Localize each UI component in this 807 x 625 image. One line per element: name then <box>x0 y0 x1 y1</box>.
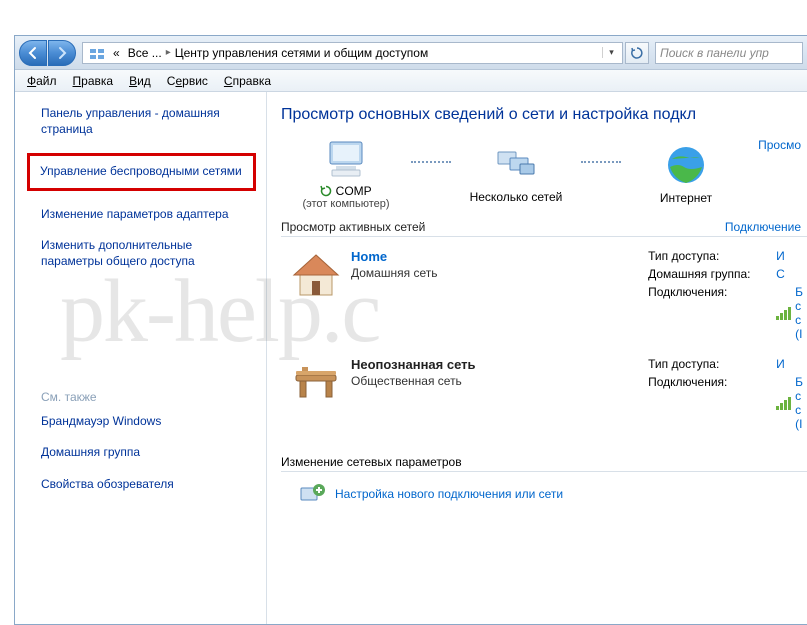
map-node-internet: Интернет <box>621 143 751 205</box>
connect-disconnect-link[interactable]: Подключение <box>725 220 801 234</box>
change-settings-header: Изменение сетевых параметров <box>281 455 807 472</box>
signal-icon <box>776 307 791 320</box>
content-area: Панель управления - домашняя страница Уп… <box>15 92 807 624</box>
network-2-info: Неопознанная сеть Общественная сеть <box>351 357 511 435</box>
network-multi-icon <box>492 144 540 186</box>
sidebar-wireless[interactable]: Управление беспроводными сетями <box>27 153 256 191</box>
full-map-link[interactable]: Просмо <box>758 138 801 152</box>
network-map: COMP (этот компьютер) Несколько сетей <box>281 138 807 210</box>
refresh-button[interactable] <box>625 42 649 64</box>
breadcrumb-seg-1[interactable]: Все ... <box>124 46 166 60</box>
sidebar-homegroup[interactable]: Домашняя группа <box>41 445 252 461</box>
network-1-props: Тип доступа:И Домашняя группа:С Подключе… <box>648 249 803 345</box>
refresh-small-icon <box>320 185 332 197</box>
public-network-icon <box>281 357 351 435</box>
nav-buttons <box>19 40 76 66</box>
menubar: Файл Правка Вид Сервис Справка <box>15 70 807 92</box>
network-block-unknown: Неопознанная сеть Общественная сеть Тип … <box>281 357 807 435</box>
main-panel: Просмотр основных сведений о сети и наст… <box>267 92 807 624</box>
map-node-3-label: Интернет <box>660 191 712 205</box>
forward-button[interactable] <box>48 40 76 66</box>
network-1-info: Home Домашняя сеть <box>351 249 511 345</box>
menu-tools[interactable]: Сервис <box>159 72 216 90</box>
page-title: Просмотр основных сведений о сети и наст… <box>281 106 807 124</box>
signal-icon <box>776 397 791 410</box>
map-connector-2 <box>581 161 621 163</box>
new-connection-icon <box>299 482 327 506</box>
network-block-home: Home Домашняя сеть Тип доступа:И Домашня… <box>281 249 807 345</box>
map-node-this-pc: COMP (этот компьютер) <box>281 138 411 210</box>
globe-icon <box>664 143 708 187</box>
network-1-name[interactable]: Home <box>351 249 511 264</box>
sidebar-home[interactable]: Панель управления - домашняя страница <box>41 106 252 137</box>
address-dropdown[interactable]: ▾ <box>602 47 620 58</box>
address-bar[interactable]: « Все ... ▸ Центр управления сетями и об… <box>82 42 623 64</box>
sidebar: Панель управления - домашняя страница Уп… <box>15 92 267 624</box>
computer-icon <box>322 138 370 180</box>
menu-view[interactable]: Вид <box>121 72 159 90</box>
network-1-conn[interactable]: Б с с (I <box>776 285 803 341</box>
network-2-type[interactable]: Общественная сеть <box>351 374 511 388</box>
active-networks-header: Просмотр активных сетей Подключение <box>281 220 807 237</box>
map-node-1-label: COMP <box>320 184 371 198</box>
network-2-conn[interactable]: Б с с (I <box>776 375 803 431</box>
map-connector-1 <box>411 161 451 163</box>
map-node-multiple: Несколько сетей <box>451 144 581 204</box>
menu-help[interactable]: Справка <box>216 72 279 90</box>
breadcrumb-history[interactable]: « <box>109 46 124 60</box>
task-new-connection-label: Настройка нового подключения или сети <box>335 487 563 501</box>
breadcrumb-seg-2[interactable]: Центр управления сетями и общим доступом <box>171 46 433 60</box>
sidebar-ie[interactable]: Свойства обозревателя <box>41 477 252 493</box>
sidebar-sharing[interactable]: Изменить дополнительные параметры общего… <box>41 238 252 269</box>
sidebar-firewall[interactable]: Брандмауэр Windows <box>41 414 252 430</box>
menu-edit[interactable]: Правка <box>65 72 122 90</box>
titlebar: « Все ... ▸ Центр управления сетями и об… <box>15 36 807 70</box>
network-2-props: Тип доступа:И Подключения: Б с с (I <box>648 357 803 435</box>
search-placeholder: Поиск в панели упр <box>660 46 769 60</box>
network-2-name: Неопознанная сеть <box>351 357 511 372</box>
menu-file[interactable]: Файл <box>19 72 65 90</box>
map-node-1-sub: (этот компьютер) <box>302 198 389 210</box>
sidebar-adapter[interactable]: Изменение параметров адаптера <box>41 207 252 223</box>
explorer-window: « Все ... ▸ Центр управления сетями и об… <box>14 35 807 625</box>
see-also-header: См. также <box>41 390 252 404</box>
back-button[interactable] <box>19 40 47 66</box>
map-node-2-label: Несколько сетей <box>470 190 563 204</box>
task-new-connection[interactable]: Настройка нового подключения или сети <box>281 482 807 506</box>
search-input[interactable]: Поиск в панели упр <box>655 42 803 64</box>
home-network-icon <box>281 249 351 345</box>
breadcrumb-icon <box>85 45 109 61</box>
network-1-type[interactable]: Домашняя сеть <box>351 266 511 280</box>
